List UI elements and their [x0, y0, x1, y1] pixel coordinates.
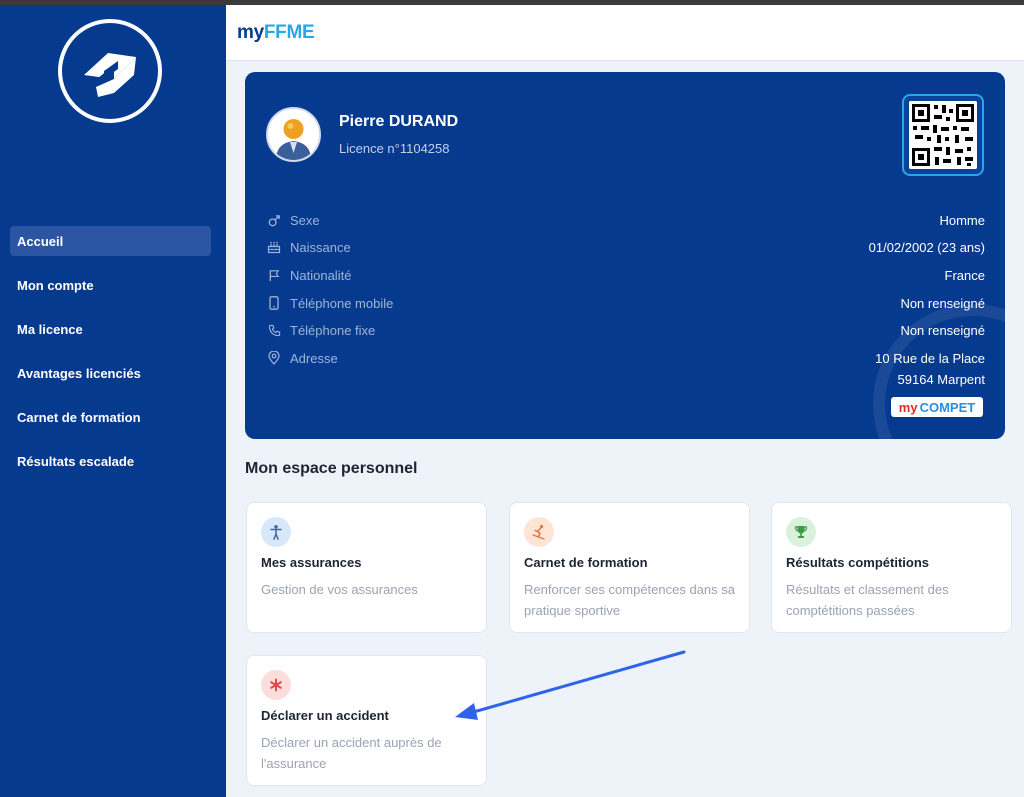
tile-mes-assurances[interactable]: Mes assurances Gestion de vos assurances [246, 502, 487, 633]
sidebar-item-mon-compte[interactable]: Mon compte [10, 270, 211, 300]
field-value: Non renseigné [900, 322, 985, 338]
field-label: Téléphone mobile [290, 295, 394, 311]
ffme-logo-icon [84, 53, 136, 97]
field-naissance: Naissance 01/02/2002 (23 ans) [267, 237, 985, 257]
trophy-icon [786, 517, 816, 547]
field-value: Homme [939, 212, 985, 228]
field-value: France [944, 267, 985, 283]
section-title: Mon espace personnel [245, 460, 418, 477]
male-gender-icon [267, 213, 281, 227]
tile-resultats-competitions[interactable]: Résultats compétitions Résultats et clas… [771, 502, 1012, 633]
tile-carnet-de-formation[interactable]: Carnet de formation Renforcer ses compét… [509, 502, 750, 633]
qr-code-icon [909, 101, 977, 169]
flag-icon [267, 268, 281, 282]
sidebar: Accueil Mon compte Ma licence Avantages … [0, 5, 226, 797]
sidebar-item-carnet-de-formation[interactable]: Carnet de formation [10, 402, 211, 432]
field-nationalite: Nationalité France [267, 265, 985, 285]
tile-declarer-un-accident[interactable]: Déclarer un accident Déclarer un acciden… [246, 655, 487, 786]
field-value: Non renseigné [900, 295, 985, 311]
licence-card: Pierre DURAND Licence n°1104258 Sexe Hom… [245, 72, 1005, 439]
tile-title: Déclarer un accident [261, 708, 389, 723]
field-label: Naissance [290, 239, 351, 255]
ffme-logo[interactable] [58, 19, 162, 123]
tile-title: Carnet de formation [524, 555, 648, 570]
brand-part2: FFME [263, 22, 315, 43]
brand-part1: my [237, 22, 264, 43]
tile-title: Résultats compétitions [786, 555, 930, 570]
sidebar-item-accueil[interactable]: Accueil [10, 226, 211, 256]
field-value: 10 Rue de la Place [875, 350, 985, 366]
field-sexe: Sexe Homme [267, 210, 985, 230]
tile-description: Résultats et classement des comptétition… [786, 582, 949, 618]
skier-icon [524, 517, 554, 547]
licence-number: Licence n°1104258 [339, 141, 450, 156]
tile-title: Mes assurances [261, 555, 362, 570]
top-header: myFFME [226, 5, 1024, 61]
qr-code[interactable] [902, 94, 984, 176]
badge-my: my [898, 399, 918, 415]
avatar [266, 107, 321, 162]
field-adresse-line2: 59164 Marpent [267, 369, 985, 389]
location-pin-icon [267, 351, 281, 365]
brand-logo[interactable]: myFFME [237, 22, 315, 44]
mobile-phone-icon [267, 296, 281, 310]
field-value: 59164 Marpent [897, 371, 985, 387]
field-label: Sexe [290, 212, 320, 228]
field-label: Nationalité [290, 267, 352, 283]
field-telephone-fixe: Téléphone fixe Non renseigné [267, 320, 985, 340]
sidebar-nav: Accueil Mon compte Ma licence Avantages … [10, 226, 211, 490]
asterisk-icon [261, 670, 291, 700]
sidebar-item-ma-licence[interactable]: Ma licence [10, 314, 211, 344]
field-label: Adresse [290, 350, 338, 366]
tile-description: Gestion de vos assurances [261, 582, 418, 597]
tile-description: Déclarer un accident auprès de l'assuran… [261, 735, 442, 771]
profile-name: Pierre DURAND [339, 113, 459, 130]
tile-description: Renforcer ses compétences dans sa pratiq… [524, 582, 735, 618]
sidebar-item-avantages-licencies[interactable]: Avantages licenciés [10, 358, 211, 388]
field-value: 01/02/2002 (23 ans) [868, 239, 985, 255]
phone-icon [267, 323, 281, 337]
badge-compet: COMPET [919, 399, 976, 415]
avatar-icon [268, 109, 319, 160]
field-telephone-mobile: Téléphone mobile Non renseigné [267, 293, 985, 313]
birthday-cake-icon [267, 240, 281, 254]
field-adresse: Adresse 10 Rue de la Place [267, 348, 985, 368]
field-label: Téléphone fixe [290, 322, 376, 338]
person-icon [261, 517, 291, 547]
sidebar-item-resultats-escalade[interactable]: Résultats escalade [10, 446, 211, 476]
mycompet-badge[interactable]: my COMPET [891, 397, 983, 417]
